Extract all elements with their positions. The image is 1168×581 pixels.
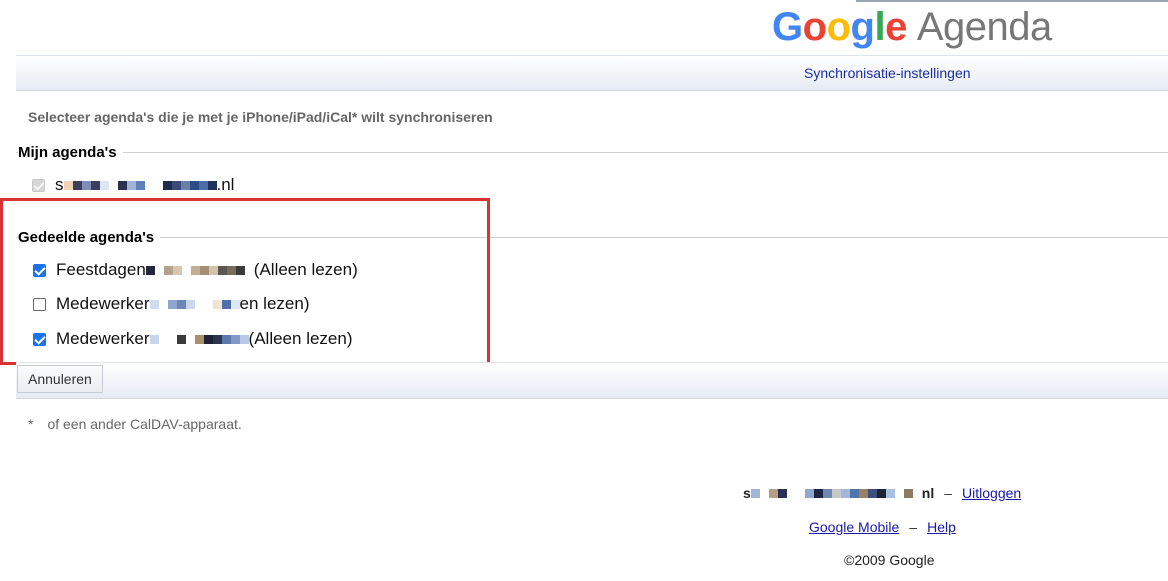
logo-letter-5: l [874,5,886,49]
footer-account-line: s nl – Uitloggen [743,485,1021,501]
button-band [16,362,1168,399]
help-link[interactable]: Help [927,519,956,535]
footnote-marker: * [28,416,34,432]
google-agenda-logo: Google Agenda [772,4,1052,50]
cancel-button[interactable]: Annuleren [17,365,103,393]
logo-letter-3: o [826,5,851,49]
logout-link[interactable]: Uitloggen [962,485,1021,501]
footer-separator: – [909,519,918,535]
redacted-email [63,179,217,191]
footnote: * of een ander CalDAV-apparaat. [28,416,242,432]
footer-links-line: Google Mobile – Help [809,519,956,535]
my-calendars-divider [16,152,1168,153]
copyright: ©2009 Google [844,552,935,568]
intro-text: Selecteer agenda's die je met je iPhone/… [28,109,493,125]
logo-letter-4: g [850,5,875,49]
footer-separator: – [944,485,953,501]
logo-letter-1: G [772,5,803,49]
sync-settings-title: Synchronisatie-instellingen [804,65,971,81]
redacted-account [750,487,922,499]
footer-account-start: s [743,485,751,501]
logo-letter-6: e [885,5,907,49]
google-wordmark: Google [772,5,907,49]
logo-product-name: Agenda [916,5,1052,49]
my-calendar-label-end: .nl [216,175,235,194]
highlight-annotation-box [0,198,490,365]
my-calendar-label-start: s [55,175,64,194]
my-calendar-row[interactable]: s .nl [32,175,234,195]
header-band [16,55,1168,91]
top-divider-line [856,0,1168,2]
google-mobile-link[interactable]: Google Mobile [809,519,899,535]
footnote-text: of een ander CalDAV-apparaat. [47,416,242,432]
footer-account-end: nl [921,485,935,501]
my-calendar-checkbox[interactable] [32,178,45,192]
my-calendars-title: Mijn agenda's [18,144,123,161]
logo-letter-2: o [802,5,827,49]
